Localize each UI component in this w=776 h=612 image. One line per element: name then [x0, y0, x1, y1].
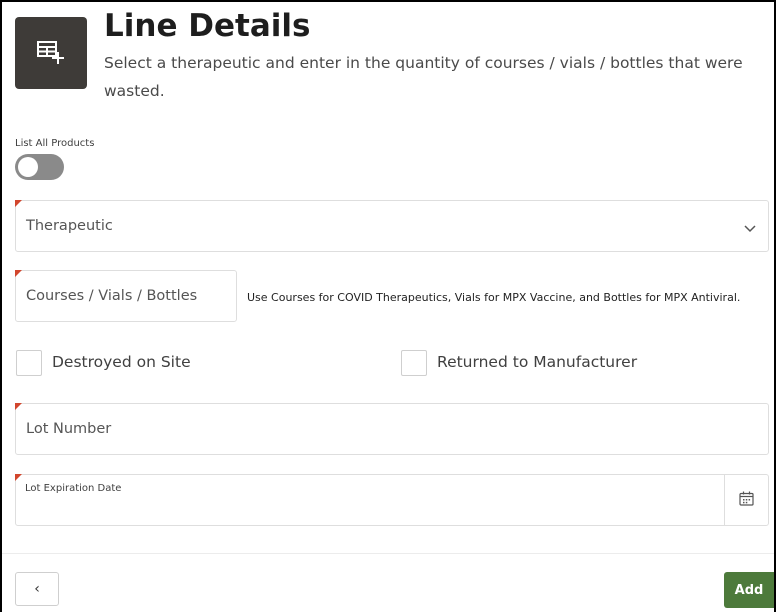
required-marker [15, 403, 22, 410]
calendar-button[interactable] [724, 475, 768, 525]
lot-expiration-date-label: Lot Expiration Date [25, 483, 122, 494]
lot-number-input[interactable]: Lot Number [15, 403, 769, 455]
list-all-products-label: List All Products [15, 138, 95, 149]
list-all-products-toggle[interactable] [15, 154, 64, 180]
returned-to-manufacturer-checkbox[interactable] [401, 350, 427, 376]
table-add-icon [15, 17, 87, 89]
required-marker [15, 270, 22, 277]
lot-number-placeholder: Lot Number [26, 421, 112, 437]
destroyed-on-site-label[interactable]: Destroyed on Site [52, 353, 191, 371]
add-button[interactable]: Add [724, 572, 774, 608]
lot-expiration-date-input[interactable]: Lot Expiration Date [15, 474, 769, 526]
quantity-input[interactable]: Courses / Vials / Bottles [15, 270, 237, 322]
chevron-down-icon [744, 218, 756, 237]
quantity-hint: Use Courses for COVID Therapeutics, Vial… [247, 291, 741, 304]
therapeutic-select[interactable]: Therapeutic [15, 200, 769, 252]
toggle-knob [18, 157, 38, 177]
required-marker [15, 474, 22, 481]
footer-divider [2, 553, 774, 554]
page-subtitle: Select a therapeutic and enter in the qu… [104, 54, 743, 100]
quantity-placeholder: Courses / Vials / Bottles [26, 288, 198, 304]
page-title: Line Details [104, 8, 311, 44]
required-marker [15, 200, 22, 207]
calendar-icon [739, 491, 754, 510]
back-button[interactable]: ‹ [15, 572, 59, 606]
therapeutic-placeholder: Therapeutic [26, 218, 113, 234]
destroyed-on-site-checkbox[interactable] [16, 350, 42, 376]
returned-to-manufacturer-label[interactable]: Returned to Manufacturer [437, 353, 637, 371]
